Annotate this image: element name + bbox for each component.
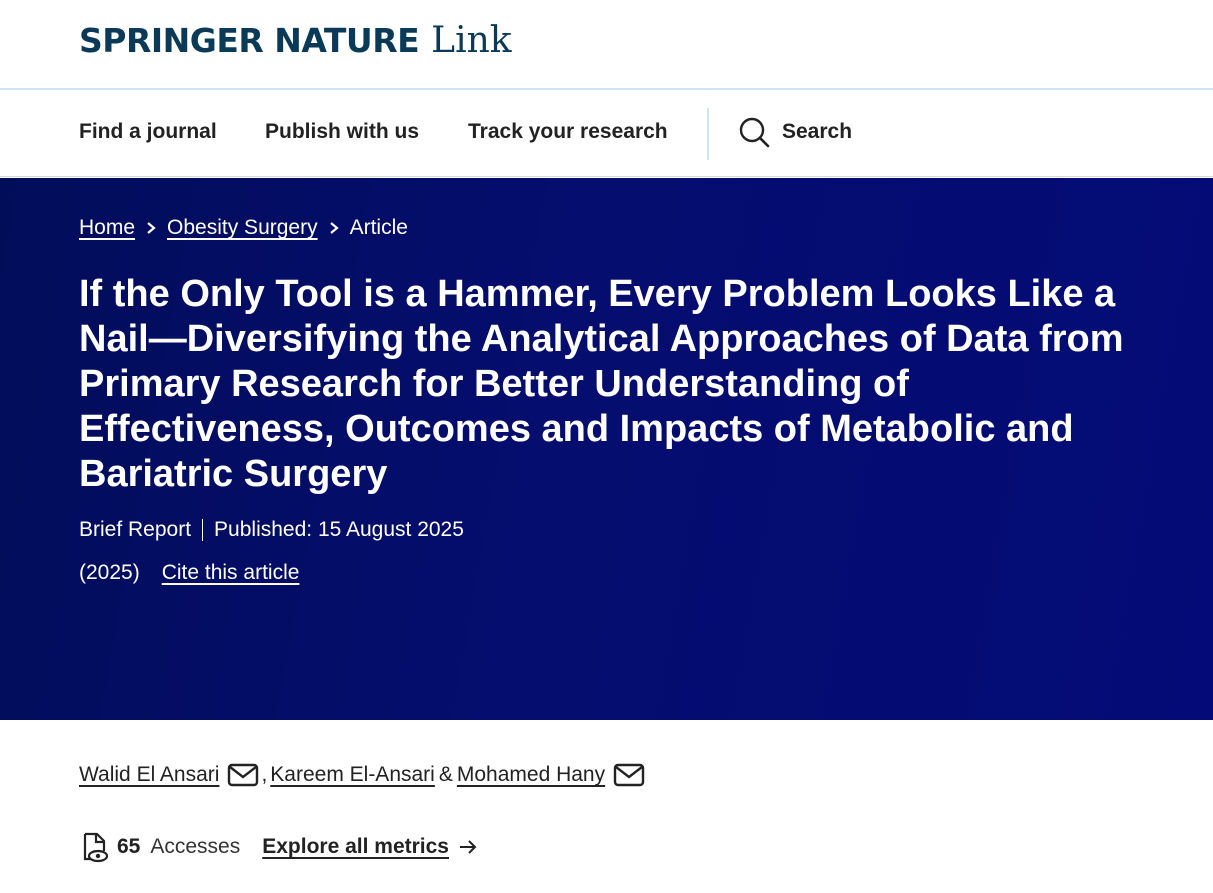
article-title: If the Only Tool is a Hammer, Every Prob…	[79, 273, 1124, 495]
meta-divider	[202, 519, 204, 541]
author-list: Walid El Ansari , Kareem El-Ansari & Moh…	[79, 762, 645, 788]
author-link[interactable]: Kareem El-Ansari	[270, 763, 435, 787]
nav-publish-with-us[interactable]: Publish with us	[265, 120, 419, 144]
envelope-icon[interactable]	[227, 762, 259, 788]
accesses-icon	[83, 832, 109, 863]
search-label: Search	[782, 120, 853, 143]
breadcrumb-current: Article	[349, 216, 408, 239]
chevron-right-icon	[147, 222, 156, 234]
breadcrumb-journal[interactable]: Obesity Surgery	[167, 216, 318, 240]
author-separator: ,	[261, 763, 268, 786]
article-meta: Brief Report Published: 15 August 2025	[79, 518, 464, 542]
logo-brand-text: SPRINGER NATURE	[79, 21, 420, 60]
arrow-right-icon	[460, 840, 477, 854]
article-metrics: 65 Accesses Explore all metrics	[79, 831, 479, 863]
nav-find-a-journal[interactable]: Find a journal	[79, 120, 217, 144]
springer-nature-link-logo[interactable]: SPRINGER NATURE Link	[79, 20, 512, 61]
search-icon	[739, 117, 770, 148]
author-link[interactable]: Walid El Ansari	[79, 763, 219, 787]
main-navigation: Find a journal Publish with us Track you…	[0, 90, 1213, 177]
cite-row: (2025) Cite this article	[79, 561, 299, 585]
site-header: SPRINGER NATURE Link	[0, 0, 1213, 90]
cite-this-article-link[interactable]: Cite this article	[162, 561, 300, 585]
accesses-label: Accesses	[150, 835, 241, 858]
nav-divider	[707, 108, 709, 160]
author-link[interactable]: Mohamed Hany	[457, 763, 605, 787]
article-hero: Home Obesity Surgery Article If the Only…	[0, 178, 1213, 720]
author-separator: &	[438, 763, 453, 786]
explore-metrics-link[interactable]: Explore all metrics	[262, 835, 449, 859]
breadcrumb: Home Obesity Surgery Article	[79, 216, 408, 240]
logo-link-text: Link	[431, 20, 512, 61]
envelope-icon[interactable]	[613, 762, 645, 788]
article-type: Brief Report	[79, 518, 192, 541]
article-year: (2025)	[79, 561, 140, 584]
chevron-right-icon	[329, 222, 339, 234]
nav-track-your-research[interactable]: Track your research	[468, 120, 668, 144]
search-button[interactable]: Search	[738, 116, 852, 148]
publish-date: Published: 15 August 2025	[214, 518, 464, 541]
breadcrumb-home[interactable]: Home	[79, 216, 135, 240]
accesses-count: 65	[117, 835, 141, 858]
